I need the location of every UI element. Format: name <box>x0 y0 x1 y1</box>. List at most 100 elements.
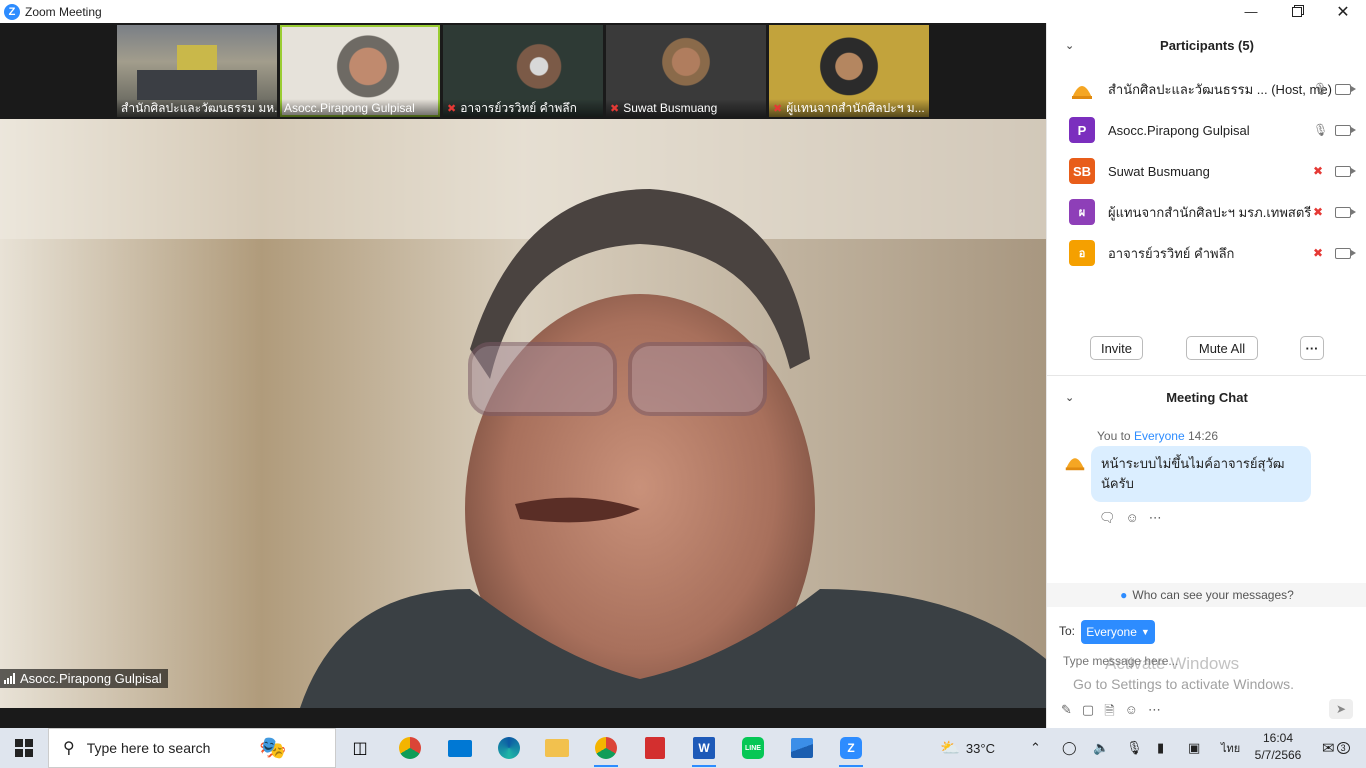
minimize-icon: — <box>1244 4 1258 19</box>
sender-avatar-icon <box>1065 458 1085 471</box>
chrome-icon <box>399 737 421 759</box>
chrome-app[interactable] <box>390 732 430 764</box>
mic-muted-icon: ✖ <box>773 102 783 115</box>
participant-row[interactable]: อ อาจารย์วรวิทย์ คำพลึก ✖ <box>1047 233 1366 273</box>
video-camera-icon[interactable] <box>1335 83 1356 95</box>
format-icon[interactable]: ✎ <box>1061 702 1072 724</box>
mic-icon[interactable]: 🎙 <box>1313 123 1328 137</box>
folder-icon <box>545 739 569 757</box>
tile-name: ✖ ผู้แทนจากสำนักศิลปะฯ ม... <box>769 99 929 117</box>
chevron-down-icon[interactable]: ⌄ <box>1065 39 1074 52</box>
file-icon[interactable]: 🗎 <box>1104 702 1114 724</box>
notification-count: 3 <box>1336 742 1350 754</box>
participant-name: อาจารย์วรวิทย์ คำพลึก <box>1108 245 1235 261</box>
clock-date: 5/7/2566 <box>1254 748 1302 762</box>
video-tile[interactable]: ✖ ผู้แทนจากสำนักศิลปะฯ ม... <box>769 25 929 117</box>
word-app[interactable]: W <box>684 732 724 767</box>
search-placeholder: Type here to search <box>86 740 211 756</box>
battery-button[interactable]: ▮ <box>1157 728 1164 768</box>
window-title: Zoom Meeting <box>25 4 102 19</box>
message-actions: 🗨 ☺ ⋯ <box>1099 510 1162 526</box>
windows-taskbar: ⚲ Type here to search 🎭 ◫ W LINE Z ⛅ 33°… <box>0 728 1366 768</box>
taskbar-search[interactable]: ⚲ Type here to search 🎭 <box>48 728 336 768</box>
minimize-button[interactable]: — <box>1228 0 1274 23</box>
pdf-icon <box>645 737 665 759</box>
video-camera-icon[interactable] <box>1335 206 1356 218</box>
main-video[interactable]: Asocc.Pirapong Gulpisal <box>0 119 1046 708</box>
acrobat-app[interactable] <box>635 732 675 764</box>
participant-row[interactable]: ผ ผู้แทนจากสำนักศิลปะฯ มรภ.เทพสตรี ✖ <box>1047 192 1366 232</box>
speaker-name-label: Asocc.Pirapong Gulpisal <box>0 669 168 688</box>
tile-name: ✖ อาจารย์วรวิทย์ คำพลึก <box>443 99 603 117</box>
send-icon: ➤ <box>1335 702 1347 716</box>
volume-button[interactable]: 🔈 <box>1093 728 1109 768</box>
people-image <box>137 70 257 100</box>
video-camera-icon[interactable] <box>1335 124 1356 136</box>
mute-all-button[interactable]: Mute All <box>1186 336 1258 360</box>
tile-name: Asocc.Pirapong Gulpisal <box>280 99 440 117</box>
screenshot-icon[interactable]: ▢ <box>1082 702 1094 724</box>
maximize-button[interactable] <box>1274 0 1320 23</box>
chevron-down-icon[interactable]: ⌄ <box>1065 391 1074 404</box>
chat-toolbar: ✎ ▢ 🗎 ☺ ⋯ <box>1061 702 1161 724</box>
video-camera-icon[interactable] <box>1335 247 1356 259</box>
who-can-see-banner[interactable]: ● Who can see your messages? <box>1047 583 1366 607</box>
chevron-down-icon: ▼ <box>1140 627 1150 637</box>
participant-row[interactable]: P Asocc.Pirapong Gulpisal 🎙 <box>1047 110 1366 150</box>
mic-muted-icon[interactable]: ✖ <box>1313 205 1323 219</box>
start-button[interactable] <box>0 728 48 768</box>
video-tile[interactable]: สำนักศิลปะและวัฒนธรรม มห... <box>117 25 277 117</box>
search-highlight-icon: 🎭 <box>259 735 287 760</box>
meet-now-button[interactable]: ◯ <box>1062 728 1077 768</box>
message-bubble: หน้าระบบไม่ขึ้นไมค์อาจารย์สุวัฒ นัครับ <box>1091 446 1311 502</box>
mic-muted-icon[interactable]: ✖ <box>1313 164 1323 178</box>
search-icon: ⚲ <box>63 740 75 757</box>
activate-windows-title: Activate Windows <box>1105 654 1240 673</box>
more-icon[interactable]: ⋯ <box>1149 510 1162 526</box>
emoji-icon[interactable]: ☺ <box>1125 702 1138 724</box>
line-app[interactable]: LINE <box>733 732 773 764</box>
video-tile-active[interactable]: Asocc.Pirapong Gulpisal <box>280 25 440 117</box>
line-icon: LINE <box>742 737 764 759</box>
task-view-button[interactable]: ◫ <box>340 732 380 764</box>
recipient-value: Everyone <box>1086 625 1137 639</box>
video-bottom-bar <box>0 708 1046 728</box>
zoom-app[interactable]: Z <box>831 732 871 767</box>
speaker-video-frame <box>0 119 1046 708</box>
emoji-reaction-icon[interactable]: ☺ <box>1126 510 1139 526</box>
gallery-strip: สำนักศิลปะและวัฒนธรรม มห... Asocc.Pirapo… <box>0 23 1046 119</box>
video-tile[interactable]: ✖ อาจารย์วรวิทย์ คำพลึก <box>443 25 603 117</box>
participant-row[interactable]: สำนักศิลปะและวัฒนธรรม ... (Host, me) 🎙 <box>1047 69 1366 109</box>
title-bar: Z Zoom Meeting — ✕ <box>0 0 1366 23</box>
notifications-button[interactable]: ✉ 3 <box>1322 728 1350 768</box>
mic-muted-icon[interactable]: ✖ <box>1313 246 1323 260</box>
weather-icon: ⛅ <box>940 740 960 757</box>
close-button[interactable]: ✕ <box>1320 0 1366 23</box>
video-camera-icon[interactable] <box>1335 165 1356 177</box>
to-label: To: <box>1059 624 1076 638</box>
show-hidden-icons-button[interactable]: ⌃ <box>1030 728 1041 768</box>
mic-icon[interactable]: 🎙 <box>1313 82 1328 96</box>
video-tile[interactable]: ✖ Suwat Busmuang <box>606 25 766 117</box>
invite-button[interactable]: Invite <box>1090 336 1143 360</box>
edge-app[interactable] <box>489 732 529 764</box>
mic-muted-icon: ✖ <box>610 102 620 115</box>
weather-widget[interactable]: ⛅ 33°C <box>940 728 995 768</box>
file-explorer-app[interactable] <box>537 732 577 764</box>
network-button[interactable]: ▣ <box>1188 728 1200 768</box>
network-icon: ▣ <box>1188 740 1201 755</box>
chevron-up-icon: ⌃ <box>1030 740 1041 755</box>
chrome-profile-app[interactable] <box>586 732 626 767</box>
more-options-button[interactable]: ··· <box>1300 336 1324 360</box>
participant-row[interactable]: SB Suwat Busmuang ✖ <box>1047 151 1366 191</box>
send-button[interactable]: ➤ <box>1329 699 1353 719</box>
more-icon[interactable]: ⋯ <box>1148 702 1161 724</box>
reply-icon[interactable]: 🗨 <box>1099 510 1116 526</box>
microphone-button[interactable]: 🎙 <box>1126 728 1143 768</box>
input-language-button[interactable]: ไทย <box>1221 728 1240 768</box>
chat-title: Meeting Chat <box>1166 389 1248 405</box>
clock[interactable]: 16:04 5/7/2566 <box>1248 730 1308 764</box>
photos-app[interactable] <box>782 732 822 764</box>
recipient-dropdown[interactable]: Everyone ▼ <box>1081 620 1155 644</box>
mail-app[interactable] <box>440 732 480 764</box>
